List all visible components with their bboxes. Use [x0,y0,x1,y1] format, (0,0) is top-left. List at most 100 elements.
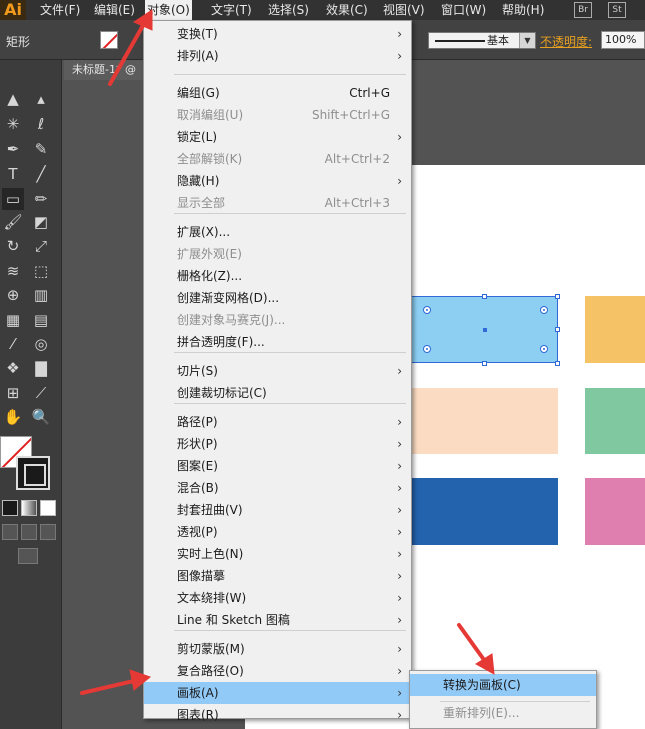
width-tool-icon[interactable]: ≋ [2,260,24,282]
stock-button[interactable]: St [608,2,626,18]
resize-handle[interactable] [482,294,487,299]
eyedropper-tool-icon[interactable]: ⁄ [2,333,24,355]
object-menu-item-10[interactable]: 栅格化(Z)... [144,265,411,287]
stroke-color-swatch[interactable] [16,456,50,490]
resize-handle[interactable] [482,361,487,366]
paintbrush-tool-icon[interactable]: 🖌 [2,211,24,233]
fill-none-swatch[interactable] [100,31,118,49]
mesh-tool-icon[interactable]: ▦ [2,309,24,331]
opacity-input[interactable]: 100% [601,31,645,49]
artboard-tool-icon[interactable]: ⊞ [2,382,24,404]
eraser-tool-icon[interactable]: ◩ [30,211,52,233]
shape-builder-tool-icon[interactable]: ⊕ [2,284,24,306]
resize-handle[interactable] [555,294,560,299]
curvature-tool-icon[interactable]: ✎ [30,138,52,160]
object-menu-item-15[interactable]: 创建裁切标记(C) [144,382,411,404]
pink-rect[interactable] [585,478,645,545]
menu-file[interactable]: 文件(F) [38,0,82,20]
menu-item-label: 创建裁切标记(C) [177,386,267,400]
resize-handle[interactable] [555,361,560,366]
object-menu-item-28[interactable]: 画板(A) › [144,682,411,704]
object-menu-item-13[interactable]: 拼合透明度(F)... [144,331,411,353]
color-mode-button[interactable] [2,500,18,516]
gradient-mode-button[interactable] [21,500,37,516]
gradient-tool-icon[interactable]: ▤ [30,309,52,331]
draw-normal-icon[interactable] [2,524,18,540]
object-menu-item-19[interactable]: 混合(B) › [144,477,411,499]
object-menu-item-14[interactable]: 切片(S) › [144,360,411,382]
selection-tool-icon[interactable]: ▲ [2,88,24,110]
object-menu-item-24[interactable]: 文本绕排(W) › [144,587,411,609]
type-tool-icon[interactable]: T [2,163,24,185]
chevron-down-icon: ▼ [519,33,535,48]
slice-tool-icon[interactable]: ⟋ [30,382,52,404]
rotate-tool-icon[interactable]: ↻ [2,235,24,257]
scale-tool-icon[interactable]: ⤢ [30,235,52,257]
corner-radius-widget[interactable] [423,345,431,353]
menu-window[interactable]: 窗口(W) [439,0,488,20]
object-menu-item-26[interactable]: 剪切蒙版(M) › [144,638,411,660]
object-menu-item-9[interactable]: 扩展外观(E) [144,243,411,265]
menu-item-label: 创建渐变网格(D)... [177,291,280,305]
object-menu-item-7[interactable]: 显示全部 Alt+Ctrl+3 [144,192,411,214]
menu-object[interactable]: 对象(O) [145,0,192,20]
object-menu-item-27[interactable]: 复合路径(O) › [144,660,411,682]
menu-help[interactable]: 帮助(H) [500,0,546,20]
screen-mode-icon[interactable] [18,548,38,564]
menu-select[interactable]: 选择(S) [266,0,311,20]
draw-inside-icon[interactable] [40,524,56,540]
magic-wand-tool-icon[interactable]: ✳ [2,113,24,135]
object-menu-item-3[interactable]: 取消编组(U) Shift+Ctrl+G [144,104,411,126]
none-mode-button[interactable] [40,500,56,516]
direct-selection-tool-icon[interactable]: ▴ [30,88,52,110]
object-menu-item-22[interactable]: 实时上色(N) › [144,543,411,565]
menu-type[interactable]: 文字(T) [209,0,254,20]
object-menu-item-4[interactable]: 锁定(L) › [144,126,411,148]
object-menu-item-29[interactable]: 图表(R) › [144,704,411,726]
menu-edit[interactable]: 编辑(E) [92,0,137,20]
menu-item-rearrange[interactable]: 重新排列(E)... [410,702,596,724]
object-menu-item-18[interactable]: 图案(E) › [144,455,411,477]
object-menu-item-21[interactable]: 透视(P) › [144,521,411,543]
object-menu-item-20[interactable]: 封套扭曲(V) › [144,499,411,521]
object-menu-item-16[interactable]: 路径(P) › [144,411,411,433]
menu-item-label: 扩展外观(E) [177,247,242,261]
blend-tool-icon[interactable]: ◎ [30,333,52,355]
menu-view[interactable]: 视图(V) [381,0,427,20]
corner-radius-widget[interactable] [540,345,548,353]
object-menu-item-8[interactable]: 扩展(X)... [144,221,411,243]
corner-radius-widget[interactable] [540,306,548,314]
object-menu-item-5[interactable]: 全部解锁(K) Alt+Ctrl+2 [144,148,411,170]
object-menu-item-25[interactable]: Line 和 Sketch 图稿 › [144,609,411,631]
column-graph-tool-icon[interactable]: ▇ [30,357,52,379]
pen-tool-icon[interactable]: ✒ [2,138,24,160]
yellow-rect[interactable] [585,296,645,363]
bridge-button[interactable]: Br [574,2,592,18]
resize-handle[interactable] [555,327,560,332]
object-menu-item-17[interactable]: 形状(P) › [144,433,411,455]
menu-item-convert-to-artboards[interactable]: 转换为画板(C) [410,674,596,696]
symbol-sprayer-tool-icon[interactable]: ❖ [2,357,24,379]
draw-behind-icon[interactable] [21,524,37,540]
object-menu-item-0[interactable]: 变换(T) › [144,23,411,45]
object-menu-item-12[interactable]: 创建对象马赛克(J)... [144,309,411,331]
object-menu-item-23[interactable]: 图像描摹 › [144,565,411,587]
zoom-tool-icon[interactable]: 🔍 [30,406,52,428]
object-menu-item-11[interactable]: 创建渐变网格(D)... [144,287,411,309]
document-tab[interactable]: 未标题-1* @ [64,60,154,80]
line-segment-tool-icon[interactable]: ╱ [30,163,52,185]
object-menu-item-1[interactable]: 排列(A) › [144,45,411,67]
pencil-tool-icon[interactable]: ✏ [30,188,52,210]
graph-tool-icon[interactable]: ▥ [30,284,52,306]
hand-tool-icon[interactable]: ✋ [2,406,24,428]
lasso-tool-icon[interactable]: ℓ [30,113,52,135]
object-menu-item-2[interactable]: 编组(G) Ctrl+G [144,82,411,104]
rectangle-tool-icon[interactable]: ▭ [2,188,24,210]
corner-radius-widget[interactable] [423,306,431,314]
stroke-style-dropdown[interactable]: 基本 ▼ [428,32,536,49]
green-rect[interactable] [585,388,645,454]
opacity-label[interactable]: 不透明度: [540,33,592,50]
menu-effect[interactable]: 效果(C) [324,0,370,20]
object-menu-item-6[interactable]: 隐藏(H) › [144,170,411,192]
free-transform-tool-icon[interactable]: ⬚ [30,260,52,282]
